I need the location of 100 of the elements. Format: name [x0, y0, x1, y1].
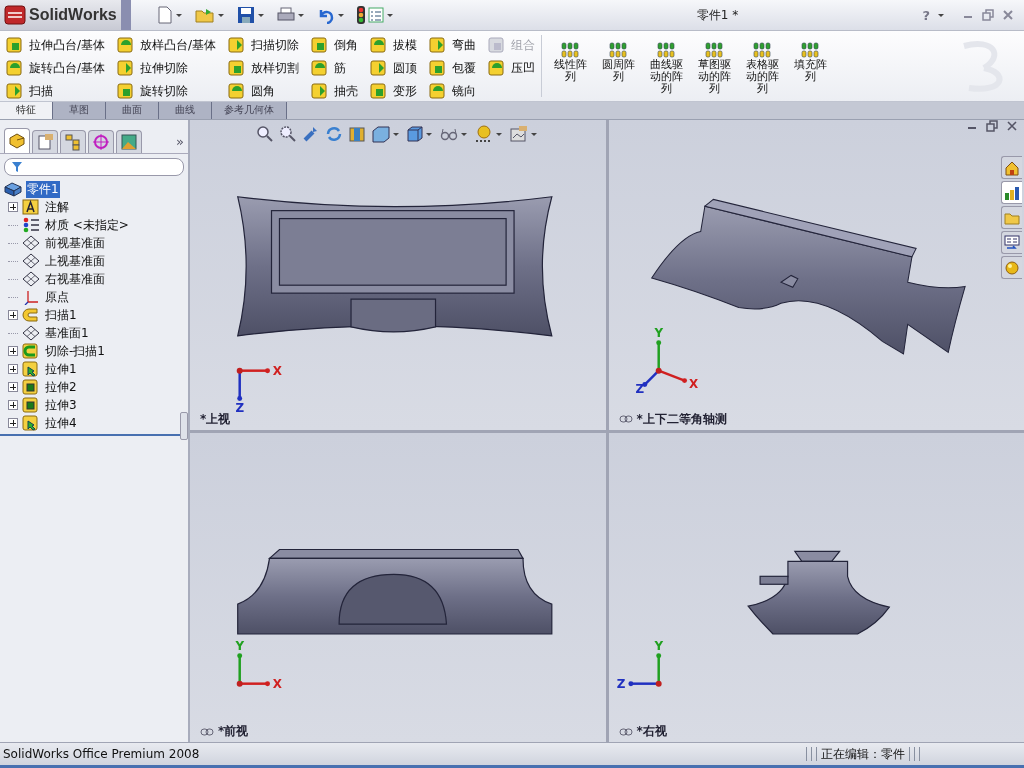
scene-icon[interactable]: [509, 125, 530, 143]
zoom-fit-icon[interactable]: [256, 125, 275, 143]
tool-button[interactable]: 扫描切除: [228, 34, 300, 56]
pattern-button[interactable]: 草图驱动的阵列: [692, 41, 737, 95]
caret-icon[interactable]: [257, 13, 264, 17]
panel-tab[interactable]: [88, 130, 114, 153]
tree-item[interactable]: 拉伸4: [44, 414, 78, 432]
command-tab[interactable]: 草图: [53, 102, 106, 119]
command-tab[interactable]: 参考几何体: [212, 102, 287, 119]
command-tab[interactable]: 曲面: [106, 102, 159, 119]
command-tab[interactable]: 特征: [0, 102, 53, 119]
task-pane-tab[interactable]: [1001, 231, 1022, 254]
cube-icon[interactable]: [406, 125, 425, 143]
caret-icon[interactable]: [297, 13, 304, 17]
tool-button[interactable]: 倒角: [311, 34, 359, 56]
plane-icon: [22, 235, 40, 251]
pattern-icon: [655, 41, 678, 59]
zoom-area-icon[interactable]: [279, 125, 298, 143]
view-orientation-icon[interactable]: [371, 125, 392, 143]
task-pane-tab[interactable]: [1001, 181, 1022, 204]
tree-item[interactable]: 切除-扫描1: [44, 342, 106, 360]
caret-icon[interactable]: [461, 132, 468, 136]
tool-button[interactable]: 抽壳: [311, 80, 359, 102]
traffic-light-icon[interactable]: [356, 6, 365, 24]
axis-label: X: [688, 377, 698, 392]
app-logo[interactable]: SolidWorks: [0, 0, 121, 30]
checklist-icon[interactable]: [367, 7, 384, 23]
tree-item[interactable]: 右视基准面: [44, 270, 106, 288]
panel-tab[interactable]: [60, 130, 86, 153]
tree-item[interactable]: 注解: [44, 198, 70, 216]
expand-icon[interactable]: [8, 418, 18, 428]
pattern-button[interactable]: 填充阵列: [788, 41, 833, 95]
expand-icon[interactable]: [8, 382, 18, 392]
close-icon[interactable]: [1006, 120, 1018, 132]
tool-button[interactable]: 放样凸台/基体: [117, 34, 217, 56]
viewport[interactable]: Y X *前视: [190, 432, 606, 742]
tool-button[interactable]: 弯曲: [429, 34, 477, 56]
expand-icon[interactable]: [8, 346, 18, 356]
tree-item[interactable]: 零件1: [26, 180, 60, 198]
pattern-button[interactable]: 曲线驱动的阵列: [644, 41, 689, 95]
tree-item[interactable]: 基准面1: [44, 324, 90, 342]
tool-button[interactable]: 放样切割: [228, 57, 300, 79]
caret-icon[interactable]: [531, 132, 538, 136]
viewport[interactable]: Y Z X *上下二等角轴测: [608, 120, 1024, 430]
panel-tab[interactable]: [32, 130, 58, 153]
caret-icon[interactable]: [393, 132, 400, 136]
tree-item[interactable]: 扫描1: [44, 306, 78, 324]
restore-icon[interactable]: [986, 120, 998, 132]
viewport[interactable]: Y Z *右视: [608, 432, 1024, 742]
task-pane-tab[interactable]: [1001, 256, 1022, 279]
caret-icon[interactable]: [337, 13, 344, 17]
tool-button[interactable]: 包覆: [429, 57, 477, 79]
tool-button[interactable]: 拉伸凸台/基体: [6, 34, 106, 56]
tool-button[interactable]: 圆角: [228, 80, 300, 102]
tool-button[interactable]: 旋转凸台/基体: [6, 57, 106, 79]
tool-button[interactable]: 压凹: [488, 57, 536, 79]
restore-icon[interactable]: [982, 9, 994, 21]
viewport[interactable]: X Z *上视: [190, 120, 606, 430]
caret-icon[interactable]: [386, 13, 393, 17]
help-button[interactable]: ?: [922, 7, 930, 23]
caret-icon[interactable]: [426, 132, 433, 136]
tree-item[interactable]: 拉伸2: [44, 378, 78, 396]
caret-icon[interactable]: [175, 13, 182, 17]
tool-button[interactable]: 拔模: [370, 34, 418, 56]
expand-icon[interactable]: [8, 364, 18, 374]
tree-item[interactable]: 前视基准面: [44, 234, 106, 252]
tree-item[interactable]: 原点: [44, 288, 70, 306]
more-tabs-button[interactable]: »: [176, 134, 184, 153]
printer-icon[interactable]: [276, 7, 295, 23]
caret-icon[interactable]: [217, 13, 224, 17]
tool-button[interactable]: 变形: [370, 80, 418, 102]
tree-item[interactable]: 材质 <未指定>: [44, 216, 130, 234]
rotate-icon[interactable]: [325, 125, 344, 143]
expand-icon[interactable]: [8, 310, 18, 320]
save-icon[interactable]: [236, 6, 255, 24]
expand-icon[interactable]: [8, 202, 18, 212]
section-view-icon[interactable]: [348, 125, 367, 143]
caret-icon[interactable]: [938, 13, 944, 17]
tool-button[interactable]: 镜向: [429, 80, 477, 102]
pattern-button[interactable]: 圆周阵列: [596, 41, 641, 95]
tool-icon: [6, 59, 24, 77]
command-tab[interactable]: 曲线: [159, 102, 212, 119]
tool-button[interactable]: 拉伸切除: [117, 57, 217, 79]
panel-splitter-handle[interactable]: [180, 412, 188, 440]
tool-button[interactable]: 扫描: [6, 80, 106, 102]
panel-tab[interactable]: [4, 128, 30, 153]
caret-icon[interactable]: [496, 132, 503, 136]
pattern-button[interactable]: 表格驱动的阵列: [740, 41, 785, 95]
tree-item[interactable]: 拉伸1: [44, 360, 78, 378]
task-pane-tab[interactable]: [1001, 156, 1022, 179]
tool-button[interactable]: 筋: [311, 57, 359, 79]
filter-field[interactable]: [4, 158, 184, 176]
pattern-button[interactable]: 线性阵列: [548, 41, 593, 95]
expand-icon[interactable]: [8, 400, 18, 410]
tool-button[interactable]: 旋转切除: [117, 80, 217, 102]
panel-tab[interactable]: [116, 130, 142, 153]
tool-button[interactable]: 圆顶: [370, 57, 418, 79]
close-icon[interactable]: [1002, 9, 1014, 21]
tree-item[interactable]: 拉伸3: [44, 396, 78, 414]
tree-item[interactable]: 上视基准面: [44, 252, 106, 270]
